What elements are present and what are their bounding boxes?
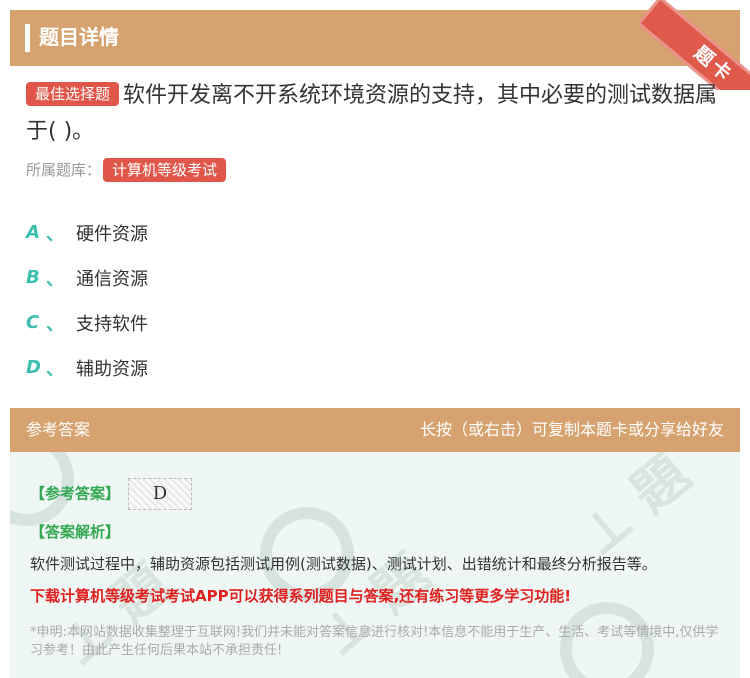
question-text: 软件开发离不开系统环境资源的支持，其中必要的测试数据属于( )。 [26,83,718,144]
option-separator: 、 [46,313,64,335]
answer-body: ⊥ 題 ⊥ 題 ⊥ 題 【参考答案】 D 【答案解析】 软件测试过程中，辅助资源包… [10,452,740,678]
answer-header: 参考答案 长按（或右击）可复制本题卡或分享给好友 [10,408,740,452]
option-separator: 、 [46,268,64,290]
answer-row: 【参考答案】 D [30,478,193,510]
source-badge[interactable]: 计算机等级考试 [103,158,227,182]
analysis-row: 【答案解析】 [30,520,120,544]
page-title: 题目详情 [39,25,119,49]
app-download-promo[interactable]: 下载计算机等级考试考试APP可以获得系列题目与答案,还有练习等更多学习功能! [30,584,571,608]
question-block: 最佳选择题 软件开发离不开系统环境资源的支持，其中必要的测试数据属于( )。 [26,78,726,150]
option-text: 辅助资源 [76,358,148,380]
option-d[interactable]: D、辅助资源 [26,345,148,390]
answer-label: 【参考答案】 [30,484,121,503]
analysis-text: 软件测试过程中，辅助资源包括测试用例(测试数据)、测试计划、出错统计和最终分析报… [30,555,657,573]
option-b[interactable]: B、通信资源 [26,255,148,300]
header-accent-bar [25,24,30,52]
option-separator: 、 [46,223,64,245]
source-label: 所属题库： [26,161,102,179]
option-text: 硬件资源 [76,223,148,245]
options-list: A、硬件资源 B、通信资源 C、支持软件 D、辅助资源 [26,210,148,390]
option-text: 支持软件 [76,313,148,335]
option-a[interactable]: A、硬件资源 [26,210,148,255]
option-c[interactable]: C、支持软件 [26,300,148,345]
ribbon-badge: 题卡 [640,0,750,90]
source-row: 所属题库： 计算机等级考试 [26,158,230,182]
disclaimer: *申明:本网站数据收集整理于互联网!我们并未能对答案信息进行核对!本信息不能用于… [30,625,719,658]
share-hint: 长按（或右击）可复制本题卡或分享给好友 [419,420,724,439]
analysis-label: 【答案解析】 [30,523,121,541]
question-type-badge: 最佳选择题 [26,82,120,106]
answer-value: D [128,478,193,510]
answer-header-label: 参考答案 [26,420,91,439]
corner-ribbon-wrap: 题卡 [640,0,750,90]
option-text: 通信资源 [76,268,148,290]
page-header: 题目详情 [10,10,740,66]
option-separator: 、 [46,358,64,380]
